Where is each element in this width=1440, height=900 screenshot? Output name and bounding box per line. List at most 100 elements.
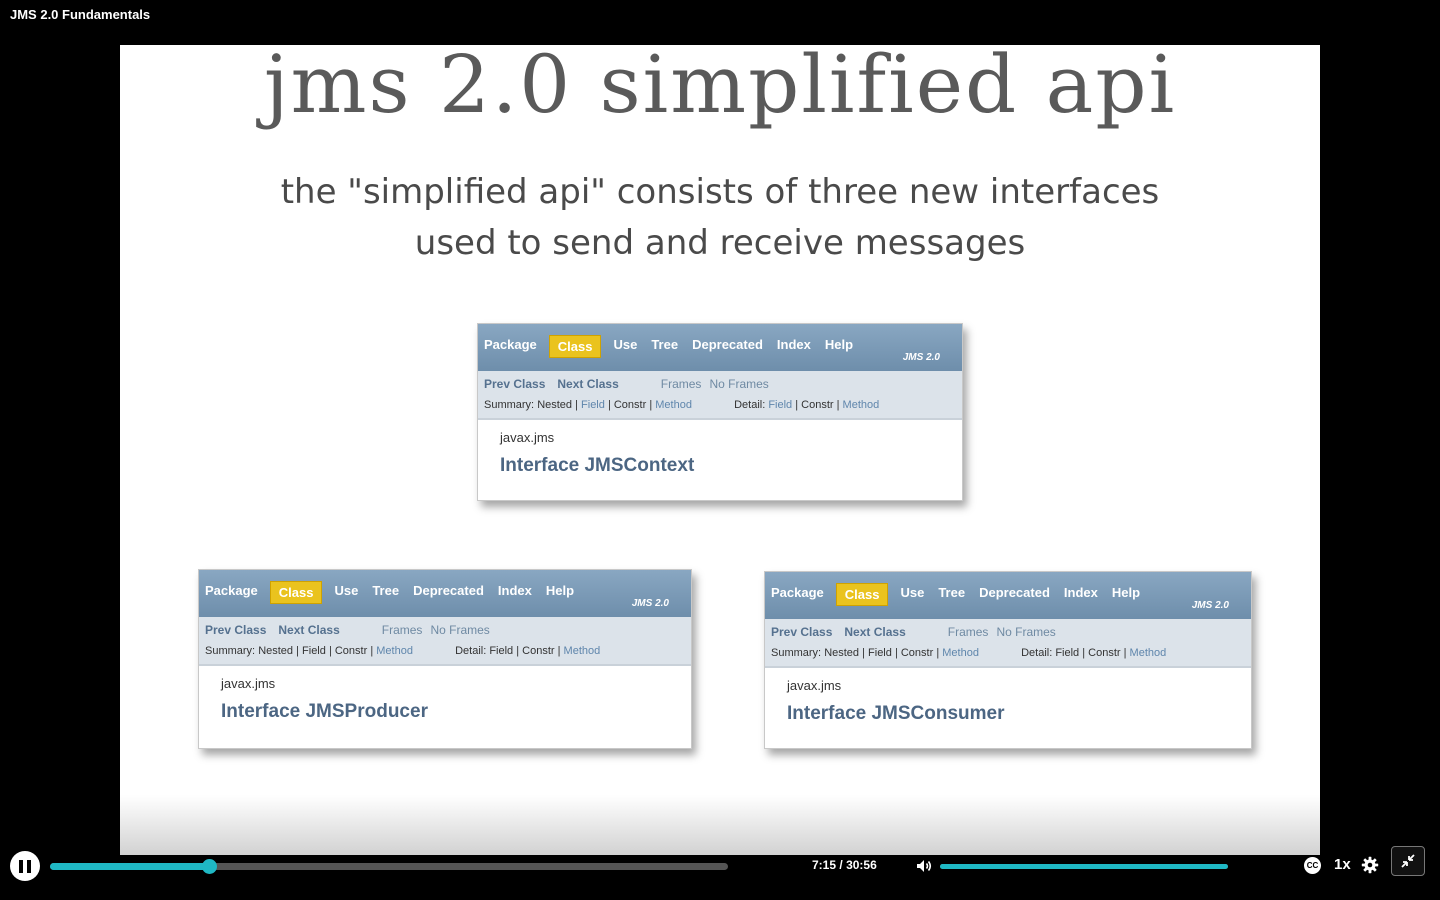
- frames: Frames: [947, 625, 989, 639]
- progress-fill: [50, 863, 209, 870]
- pause-button[interactable]: [10, 851, 40, 881]
- frames: Frames: [660, 377, 702, 391]
- time-separator: /: [839, 858, 843, 872]
- prev-class: Prev Class: [484, 377, 546, 391]
- detail-label: Detail:: [455, 645, 487, 657]
- summary-nested: Nested: [824, 647, 860, 659]
- no-frames: No Frames: [430, 623, 490, 637]
- summary-method: Method: [376, 645, 413, 657]
- detail-constr: Constr: [1088, 647, 1121, 659]
- detail-label: Detail:: [734, 399, 766, 411]
- detail-label: Detail:: [1021, 647, 1053, 659]
- package-name: javax.jms: [500, 430, 555, 445]
- javadoc-card-jmscontext: Package Class Use Tree Deprecated Index …: [477, 323, 963, 501]
- nav-deprecated: Deprecated: [979, 585, 1050, 600]
- prev-class: Prev Class: [205, 623, 267, 637]
- summary-label: Summary:: [205, 645, 256, 657]
- summary-label: Summary:: [771, 647, 822, 659]
- detail-constr: Constr: [522, 645, 555, 657]
- javadoc-subnav: Prev Class Next Class Frames No Frames Summ…: [199, 617, 691, 666]
- nav-help: Help: [824, 337, 854, 352]
- nav-class: Class: [269, 581, 323, 604]
- time-display: 7:15 / 30:56: [812, 858, 877, 872]
- volume-icon[interactable]: [915, 857, 933, 875]
- no-frames: No Frames: [996, 625, 1056, 639]
- javadoc-brand: JMS 2.0: [631, 598, 669, 609]
- summary-field: Field: [581, 399, 605, 411]
- nav-index: Index: [776, 337, 811, 352]
- volume-slider[interactable]: [940, 864, 1228, 869]
- javadoc-navbar: Package Class Use Tree Deprecated Index …: [765, 572, 1251, 619]
- detail-constr: Constr: [801, 399, 834, 411]
- playback-speed-button[interactable]: 1x: [1334, 856, 1351, 873]
- detail-method: Method: [1129, 647, 1167, 659]
- sep: |: [894, 647, 898, 659]
- summary-method: Method: [655, 399, 692, 411]
- prev-class: Prev Class: [771, 625, 833, 639]
- detail-field: Field: [489, 645, 514, 657]
- nav-package: Package: [205, 583, 258, 598]
- exit-fullscreen-button[interactable]: [1391, 846, 1425, 876]
- next-class: Next Class: [278, 623, 340, 637]
- nav-index: Index: [1063, 585, 1098, 600]
- sep: |: [1123, 647, 1127, 659]
- interface-title: Interface JMSConsumer: [787, 703, 1005, 724]
- summary-constr: Constr: [334, 645, 368, 657]
- javadoc-subnav: Prev Class Next Class Frames No Frames Summ…: [765, 619, 1251, 668]
- javadoc-brand: JMS 2.0: [902, 352, 940, 363]
- sep: |: [296, 645, 299, 657]
- detail-method: Method: [842, 399, 880, 411]
- next-class: Next Class: [557, 377, 619, 391]
- no-frames: No Frames: [709, 377, 769, 391]
- sep: |: [1082, 647, 1086, 659]
- summary-field: Field: [868, 647, 892, 659]
- summary-nested: Nested: [537, 399, 573, 411]
- nav-tree: Tree: [938, 585, 966, 600]
- nav-tree: Tree: [651, 337, 679, 352]
- closed-captions-icon[interactable]: CC: [1304, 857, 1321, 874]
- javadoc-card-jmsconsumer: Package Class Use Tree Deprecated Index …: [764, 571, 1252, 749]
- sep: |: [557, 645, 561, 657]
- slide-subtitle: the "simplified api" consists of three n…: [120, 167, 1320, 269]
- package-name: javax.jms: [787, 678, 842, 693]
- javadoc-navbar: Package Class Use Tree Deprecated Index …: [199, 570, 691, 617]
- sep: |: [795, 399, 799, 411]
- nav-index: Index: [497, 583, 532, 598]
- nav-deprecated: Deprecated: [413, 583, 484, 598]
- package-name: javax.jms: [221, 676, 276, 691]
- current-time: 7:15: [812, 858, 837, 872]
- javadoc-card-jmsproducer: Package Class Use Tree Deprecated Index …: [198, 569, 692, 749]
- video-slide[interactable]: jms 2.0 simplified api the "simplified a…: [120, 45, 1320, 855]
- sep: |: [936, 647, 940, 659]
- nav-class: Class: [548, 335, 602, 358]
- gear-icon[interactable]: [1361, 856, 1379, 874]
- nav-help: Help: [1111, 585, 1141, 600]
- nav-use: Use: [613, 337, 638, 352]
- summary-detail-row: Summary: Nested | Field | Constr | Metho…: [771, 645, 1245, 661]
- summary-method: Method: [942, 647, 979, 659]
- summary-constr: Constr: [613, 399, 647, 411]
- sep: |: [370, 645, 374, 657]
- progress-handle[interactable]: [201, 859, 217, 874]
- nav-tree: Tree: [372, 583, 400, 598]
- interface-title: Interface JMSContext: [500, 455, 695, 476]
- sep: |: [836, 399, 840, 411]
- progress-bar[interactable]: [50, 859, 728, 874]
- detail-method: Method: [563, 645, 601, 657]
- summary-detail-row: Summary: Nested | Field | Constr | Metho…: [205, 643, 685, 659]
- summary-field: Field: [302, 645, 326, 657]
- slide-subtitle-line2: used to send and receive messages: [414, 223, 1026, 263]
- nav-package: Package: [484, 337, 537, 352]
- nav-use: Use: [900, 585, 925, 600]
- pause-icon: [19, 859, 23, 873]
- sep: |: [607, 399, 611, 411]
- player-controls: 7:15 / 30:56 CC 1x: [0, 846, 1440, 886]
- sep: |: [862, 647, 865, 659]
- detail-field: Field: [768, 399, 793, 411]
- sep: |: [516, 645, 520, 657]
- summary-label: Summary:: [484, 399, 535, 411]
- slide-subtitle-line1: the "simplified api" consists of three n…: [280, 172, 1160, 212]
- summary-nested: Nested: [258, 645, 294, 657]
- nav-help: Help: [545, 583, 575, 598]
- nav-class: Class: [835, 583, 889, 606]
